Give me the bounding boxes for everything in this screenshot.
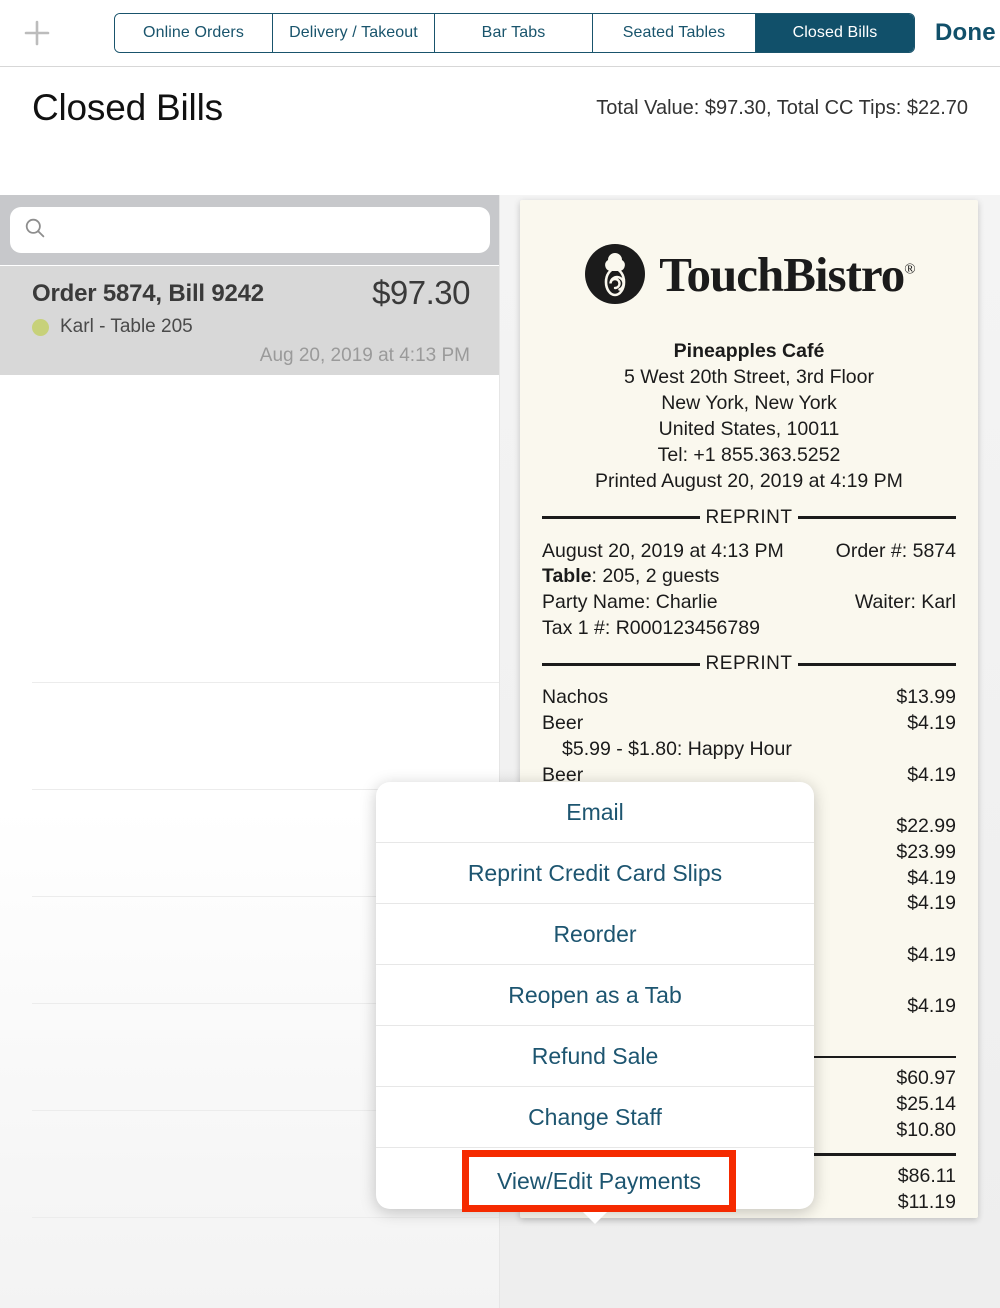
order-number: Order #: 5874 bbox=[835, 539, 956, 562]
plus-icon bbox=[22, 18, 52, 48]
tab-label: Bar Tabs bbox=[481, 24, 546, 41]
view-segmented-control: Online Orders Delivery / Takeout Bar Tab… bbox=[114, 13, 915, 53]
tab-label: Online Orders bbox=[143, 24, 244, 41]
header-title-row: Closed Bills Total Value: $97.30, Total … bbox=[0, 77, 1000, 139]
list-separator bbox=[32, 1217, 499, 1218]
popover-item-reprint-credit-card-slips[interactable]: Reprint Credit Card Slips bbox=[376, 843, 814, 904]
order-datetime: August 20, 2019 at 4:13 PM bbox=[542, 539, 784, 562]
add-order-button[interactable] bbox=[18, 14, 56, 52]
reprint-separator-bottom: REPRINT bbox=[542, 653, 956, 675]
bill-list-item-selected[interactable]: Order 5874, Bill 9242 $97.30 Karl - Tabl… bbox=[0, 265, 499, 375]
popover-item-label: Reprint Credit Card Slips bbox=[467, 859, 723, 886]
total-value: $60.97 bbox=[896, 1067, 956, 1090]
item-price: $4.19 bbox=[907, 943, 956, 966]
popover-item-label: Reopen as a Tab bbox=[508, 981, 682, 1008]
tab-label: Closed Bills bbox=[792, 24, 878, 41]
total-value: $10.80 bbox=[896, 1118, 956, 1141]
total-value: $86.11 bbox=[897, 1164, 956, 1187]
waiter-name: Waiter: Karl bbox=[854, 591, 956, 613]
tax-id: Tax 1 #: R000123456789 bbox=[542, 616, 760, 639]
item-price: $4.19 bbox=[907, 712, 956, 735]
reprint-separator-top: REPRINT bbox=[542, 507, 956, 529]
logo-wordmark-text: TouchBistro bbox=[659, 246, 905, 302]
tab-label: Seated Tables bbox=[622, 24, 726, 41]
item-name: Nachos bbox=[542, 686, 609, 709]
annotation-highlight-view-edit-payments[interactable]: View/Edit Payments bbox=[462, 1150, 736, 1212]
search-icon bbox=[24, 217, 46, 244]
item-price: $4.19 bbox=[907, 866, 956, 889]
store-name: Pineapples Café bbox=[673, 340, 825, 362]
status-dot-icon bbox=[32, 318, 49, 336]
tab-label: Delivery / Takeout bbox=[289, 24, 418, 41]
tab-online-orders[interactable]: Online Orders bbox=[115, 14, 273, 52]
touchbistro-logo: TouchBistro® bbox=[542, 242, 956, 306]
receipt-printed-at: Printed August 20, 2019 at 4:19 PM bbox=[595, 469, 903, 492]
tab-bar-tabs[interactable]: Bar Tabs bbox=[435, 14, 593, 52]
item-price: $4.19 bbox=[907, 892, 956, 915]
total-value: $11.19 bbox=[897, 1190, 956, 1213]
item-name: Beer bbox=[542, 712, 584, 735]
popover-item-reopen-as-a-tab[interactable]: Reopen as a Tab bbox=[376, 965, 814, 1026]
bill-subtitle: Karl - Table 205 bbox=[32, 316, 193, 338]
bill-timestamp: Aug 20, 2019 at 4:13 PM bbox=[259, 345, 470, 366]
receipt-order-meta: August 20, 2019 at 4:13 PM Order #: 5874… bbox=[542, 539, 956, 642]
total-value: $25.14 bbox=[896, 1092, 956, 1115]
store-address-2: New York, New York bbox=[661, 391, 837, 414]
item-price: $4.19 bbox=[907, 995, 956, 1018]
item-modifier: $5.99 - $1.80: Happy Hour bbox=[562, 737, 792, 760]
popover-item-change-staff[interactable]: Change Staff bbox=[376, 1087, 814, 1148]
highlighted-item-label: View/Edit Payments bbox=[496, 1167, 702, 1194]
popover-item-email[interactable]: Email bbox=[376, 782, 814, 843]
popover-item-label: Refund Sale bbox=[531, 1042, 659, 1069]
table-info: Table: 205, 2 guests bbox=[542, 564, 719, 590]
popover-item-reorder[interactable]: Reorder bbox=[376, 904, 814, 965]
item-price: $4.19 bbox=[907, 763, 956, 786]
top-tab-bar: Online Orders Delivery / Takeout Bar Tab… bbox=[0, 0, 1000, 67]
popover-item-label: Reorder bbox=[553, 920, 637, 947]
list-separator bbox=[32, 682, 499, 683]
tab-seated-tables[interactable]: Seated Tables bbox=[593, 14, 756, 52]
popover-item-label: Change Staff bbox=[528, 1103, 662, 1130]
bill-staff-table: Karl - Table 205 bbox=[60, 316, 193, 337]
logo-wordmark: TouchBistro® bbox=[659, 246, 915, 303]
store-address-3: United States, 10011 bbox=[658, 417, 840, 440]
tab-delivery-takeout[interactable]: Delivery / Takeout bbox=[273, 14, 435, 52]
search-box[interactable] bbox=[10, 207, 490, 253]
reprint-label: REPRINT bbox=[705, 653, 793, 675]
store-address-1: 5 West 20th Street, 3rd Floor bbox=[623, 365, 874, 388]
page-title: Closed Bills bbox=[32, 87, 223, 128]
closed-bills-screen: Online Orders Delivery / Takeout Bar Tab… bbox=[0, 0, 1000, 1308]
receipt-item: Beer $4.19 bbox=[542, 711, 956, 737]
table-value: : 205, 2 guests bbox=[591, 565, 720, 588]
chef-hat-logo-icon bbox=[583, 242, 647, 306]
registered-mark: ® bbox=[904, 261, 915, 278]
done-button[interactable]: Done bbox=[935, 19, 996, 47]
reprint-label: REPRINT bbox=[705, 506, 793, 528]
search-bar-container bbox=[0, 195, 499, 265]
receipt-store-block: Pineapples Café 5 West 20th Street, 3rd … bbox=[542, 339, 956, 495]
search-input[interactable] bbox=[56, 220, 476, 240]
header-totals-summary: Total Value: $97.30, Total CC Tips: $22.… bbox=[596, 96, 968, 119]
store-phone: Tel: +1 855.363.5252 bbox=[657, 443, 841, 466]
receipt-item: Nachos $13.99 bbox=[542, 685, 956, 711]
party-name: Party Name: Charlie bbox=[542, 591, 718, 613]
popover-item-refund-sale[interactable]: Refund Sale bbox=[376, 1026, 814, 1087]
page-header: Closed Bills Total Value: $97.30, Total … bbox=[0, 67, 1000, 251]
tab-closed-bills[interactable]: Closed Bills bbox=[756, 14, 914, 52]
item-price: $22.99 bbox=[896, 815, 956, 838]
popover-item-label: Email bbox=[566, 798, 624, 825]
table-label: Table bbox=[542, 565, 592, 588]
item-price: $23.99 bbox=[896, 840, 956, 863]
item-price: $13.99 bbox=[896, 686, 956, 709]
bill-title: Order 5874, Bill 9242 bbox=[32, 280, 264, 307]
bill-amount: $97.30 bbox=[372, 274, 470, 311]
more-actions-popover: Email Reprint Credit Card Slips Reorder … bbox=[376, 782, 814, 1224]
